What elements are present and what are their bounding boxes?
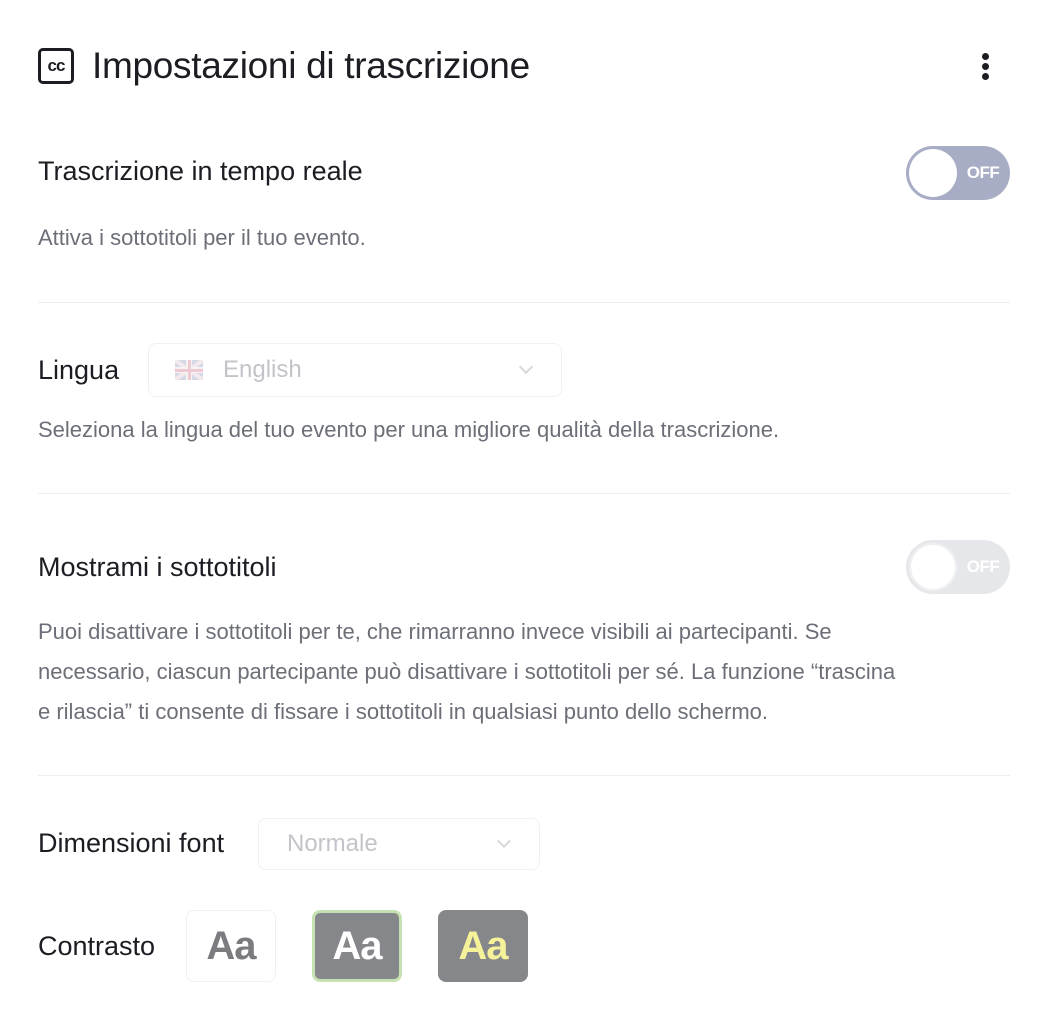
more-options-button[interactable] <box>974 48 996 84</box>
show-captions-description-line: necessario, ciascun partecipante può dis… <box>38 659 896 684</box>
uk-flag-icon <box>175 360 203 380</box>
show-captions-toggle[interactable]: OFF <box>906 540 1010 594</box>
font-size-select[interactable]: Normale <box>258 818 540 870</box>
live-transcription-toggle[interactable]: OFF <box>906 146 1010 200</box>
chevron-down-icon <box>496 833 512 849</box>
font-size-label: Dimensioni font <box>38 828 225 858</box>
show-captions-label: Mostrami i sottotitoli <box>38 552 277 582</box>
toggle-knob <box>909 543 957 591</box>
contrast-option-dark-selected[interactable]: Aa <box>312 910 402 982</box>
show-captions-description-line: Puoi disattivare i sottotitoli per te, c… <box>38 619 832 644</box>
more-vertical-icon-dot <box>981 72 989 80</box>
divider <box>38 493 1010 494</box>
more-vertical-icon-dot <box>981 62 989 70</box>
closed-captions-icon: cc <box>38 48 74 84</box>
font-size-selected-value: Normale <box>287 830 378 857</box>
language-select[interactable]: English <box>148 343 562 397</box>
live-transcription-label: Trascrizione in tempo reale <box>38 156 363 186</box>
divider <box>38 302 1010 303</box>
divider <box>38 775 1010 776</box>
toggle-state-label: OFF <box>966 163 1000 182</box>
contrast-option-yellow[interactable]: Aa <box>438 910 528 982</box>
panel-header: cc Impostazioni di trascrizione <box>38 40 1018 92</box>
toggle-knob <box>909 149 957 197</box>
contrast-label: Contrasto <box>38 931 156 961</box>
contrast-option-light[interactable]: Aa <box>186 910 276 982</box>
toggle-state-label: OFF <box>966 557 1000 576</box>
show-captions-description-line: e rilascia” ti consente di fissare i sot… <box>38 699 769 724</box>
language-selected-value: English <box>223 356 302 383</box>
chevron-down-icon <box>518 359 534 375</box>
language-label: Lingua <box>38 355 120 385</box>
more-vertical-icon-dot <box>981 52 989 60</box>
live-transcription-description: Attiva i sottotitoli per il tuo evento. <box>38 225 366 250</box>
language-description: Seleziona la lingua del tuo evento per u… <box>38 417 780 442</box>
page-title: Impostazioni di trascrizione <box>92 45 530 86</box>
